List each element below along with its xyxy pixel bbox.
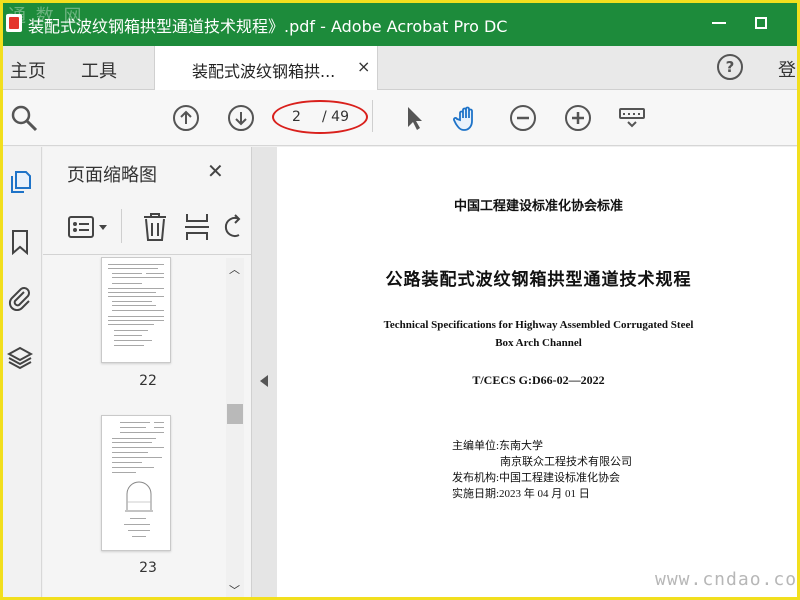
scroll-down-icon[interactable]: ﹀ bbox=[229, 582, 240, 598]
thumbnail-scrollbar[interactable]: ︿ ﹀ bbox=[226, 258, 244, 599]
zoom-in-icon[interactable] bbox=[564, 104, 592, 132]
panel-title: 页面缩略图 bbox=[67, 165, 157, 186]
tab-document-label: 装配式波纹钢箱拱... bbox=[192, 62, 336, 81]
scroll-up-icon[interactable]: ︿ bbox=[229, 261, 240, 277]
scrollbar-thumb[interactable] bbox=[227, 404, 243, 424]
close-tab-icon[interactable]: × bbox=[357, 57, 370, 76]
options-menu-icon[interactable] bbox=[67, 213, 113, 243]
effective-date-line: 实施日期:2023 年 04 月 01 日 bbox=[452, 488, 590, 500]
document-page: 中国工程建设标准化协会标准 公路装配式波纹钢箱拱型通道技术规程 Technica… bbox=[277, 147, 800, 600]
highlight-circle bbox=[272, 100, 368, 134]
panel-collapse-handle[interactable] bbox=[251, 147, 277, 600]
thumbnail-list: 22 23 bbox=[43, 257, 223, 600]
editor-unit-line1: 主编单位:东南大学 bbox=[452, 440, 544, 452]
acrobat-app-icon bbox=[6, 14, 22, 32]
page-thumbnails-icon[interactable] bbox=[7, 169, 33, 195]
minimize-button[interactable] bbox=[712, 22, 726, 24]
left-tool-rail bbox=[0, 147, 42, 600]
editor-unit-line2: 南京联众工程技术有限公司 bbox=[500, 456, 632, 468]
help-icon[interactable]: ? bbox=[717, 54, 743, 80]
tab-bar: 主页 工具 装配式波纹钢箱拱... × ? 登 bbox=[0, 46, 800, 90]
login-button[interactable]: 登 bbox=[778, 56, 796, 82]
page-thumbnail-22[interactable] bbox=[101, 257, 171, 363]
window-title: 装配式波纹钢箱拱型通道技术规程》.pdf - Adobe Acrobat Pro… bbox=[28, 17, 508, 36]
main-toolbar bbox=[0, 90, 800, 146]
panel-toolbar bbox=[43, 203, 251, 255]
zoom-out-icon[interactable] bbox=[509, 104, 537, 132]
previous-page-icon[interactable] bbox=[172, 104, 200, 132]
zoom-search-icon[interactable] bbox=[10, 104, 38, 132]
arch-diagram-icon bbox=[125, 481, 153, 512]
zoom-options-icon[interactable] bbox=[618, 104, 646, 132]
document-title-cn: 公路装配式波纹钢箱拱型通道技术规程 bbox=[385, 270, 692, 290]
thumbnail-panel: 页面缩略图 ✕ 22 23 ︿ ﹀ bbox=[43, 147, 251, 600]
title-bar: 通 数 网 装配式波纹钢箱拱型通道技术规程》.pdf - Adobe Acrob… bbox=[0, 0, 800, 46]
bookmark-icon[interactable] bbox=[7, 229, 33, 255]
document-title-en-line2: Box Arch Channel bbox=[495, 337, 582, 349]
hand-tool-icon[interactable] bbox=[453, 104, 481, 132]
attachment-icon[interactable] bbox=[7, 285, 33, 311]
document-title-en-line1: Technical Specifications for Highway Ass… bbox=[383, 319, 694, 331]
thumbnail-page-number: 23 bbox=[139, 560, 157, 576]
publisher-line: 发布机构:中国工程建设标准化协会 bbox=[452, 472, 621, 484]
insert-page-icon[interactable] bbox=[183, 211, 211, 243]
close-panel-icon[interactable]: ✕ bbox=[207, 159, 224, 183]
tab-document[interactable]: 装配式波纹钢箱拱... × bbox=[154, 46, 378, 90]
thumbnail-page-number: 22 bbox=[139, 373, 157, 389]
collapse-arrow-icon[interactable] bbox=[260, 375, 268, 387]
next-page-icon[interactable] bbox=[227, 104, 255, 132]
delete-icon[interactable] bbox=[141, 211, 169, 243]
tab-tools[interactable]: 工具 bbox=[81, 57, 117, 83]
tab-home[interactable]: 主页 bbox=[10, 57, 46, 83]
layers-icon[interactable] bbox=[7, 345, 33, 371]
toolbar-divider bbox=[372, 100, 373, 132]
rotate-icon[interactable] bbox=[223, 213, 241, 241]
select-cursor-icon[interactable] bbox=[400, 104, 428, 132]
panel-toolbar-divider bbox=[121, 209, 122, 243]
document-association: 中国工程建设标准化协会标准 bbox=[453, 199, 623, 214]
site-watermark: www.cndao.com bbox=[655, 569, 800, 590]
maximize-button[interactable] bbox=[755, 17, 767, 29]
document-code: T/CECS G:D66-02—2022 bbox=[472, 373, 605, 387]
page-thumbnail-23[interactable] bbox=[101, 415, 171, 551]
